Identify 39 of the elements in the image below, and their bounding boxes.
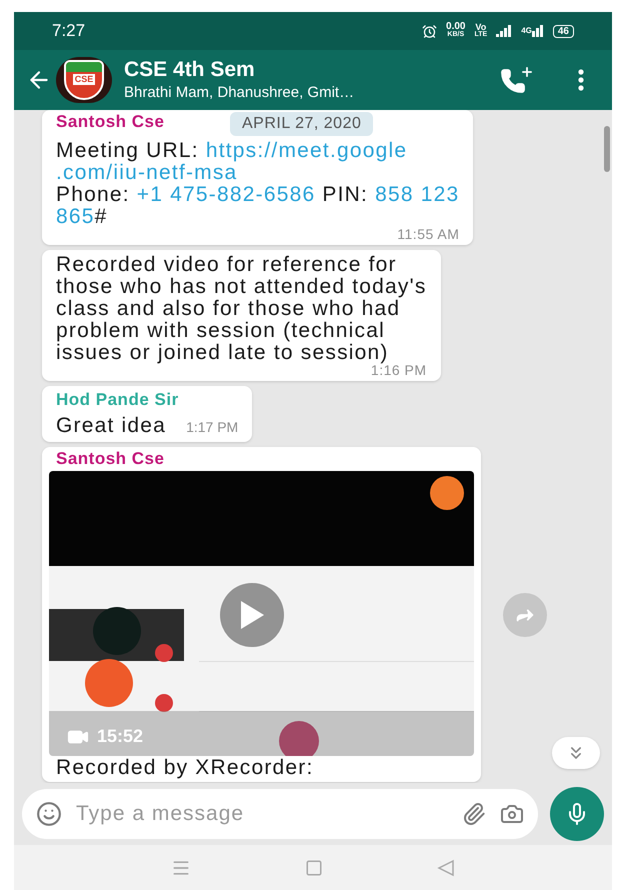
scroll-down-button[interactable] bbox=[552, 737, 600, 769]
clock-time: 7:27 bbox=[52, 20, 86, 42]
add-call-button[interactable] bbox=[500, 65, 534, 95]
message-text: Meeting URL: https://meet.google .com/iiu-netf-msa Phone: +1 475-882-6586 PIN: 858 123 865# bbox=[56, 140, 460, 228]
volte-label: Vo bbox=[475, 23, 486, 31]
signal-icon bbox=[532, 25, 544, 37]
play-icon bbox=[239, 600, 265, 630]
sender-name: Hod Pande Sir bbox=[56, 390, 179, 410]
video-caption: Recorded by XRecorder: bbox=[55, 756, 315, 780]
camera-icon[interactable] bbox=[500, 802, 524, 826]
phone-plus-icon bbox=[500, 68, 526, 94]
message-input[interactable]: Type a message bbox=[76, 798, 448, 830]
sender-name: Santosh Cse bbox=[56, 449, 164, 469]
plus-icon bbox=[520, 65, 534, 79]
chat-title: CSE 4th Sem bbox=[124, 57, 256, 83]
more-icon bbox=[578, 69, 584, 91]
square-icon bbox=[305, 858, 323, 876]
date-chip: APRIL 27, 2020 bbox=[230, 112, 374, 136]
alarm-icon bbox=[422, 24, 438, 38]
video-duration: 15:52 bbox=[97, 725, 144, 748]
attach-icon[interactable] bbox=[462, 802, 486, 826]
sender-name: Santosh Cse bbox=[56, 112, 164, 132]
message-time: 1:16 PM bbox=[370, 362, 427, 378]
message-time: 11:55 AM bbox=[397, 226, 460, 242]
network-type: 4G bbox=[521, 25, 532, 37]
message-time: 1:17 PM bbox=[186, 418, 238, 437]
message-text: Great idea bbox=[56, 414, 166, 438]
triangle-back-icon bbox=[437, 858, 455, 876]
scrollbar-thumb bbox=[604, 126, 610, 172]
data-speed: 0.00 bbox=[446, 23, 466, 31]
emoji-icon bbox=[36, 801, 62, 827]
message-text: Recorded video for reference for those who has not attended today's class and also for those who had problem with session (technical issues or joined late to session) bbox=[56, 254, 427, 364]
logo-text: CSE bbox=[72, 74, 96, 85]
signal-icon bbox=[496, 25, 512, 37]
message-field[interactable]: Type a message bbox=[22, 789, 538, 839]
mic-button[interactable] bbox=[550, 787, 604, 841]
battery-indicator: 46 bbox=[552, 24, 574, 38]
chat-members: Bhrathi Mam, Dhanushree, Gmit… bbox=[124, 83, 354, 103]
group-avatar[interactable]: CSE bbox=[56, 57, 112, 103]
